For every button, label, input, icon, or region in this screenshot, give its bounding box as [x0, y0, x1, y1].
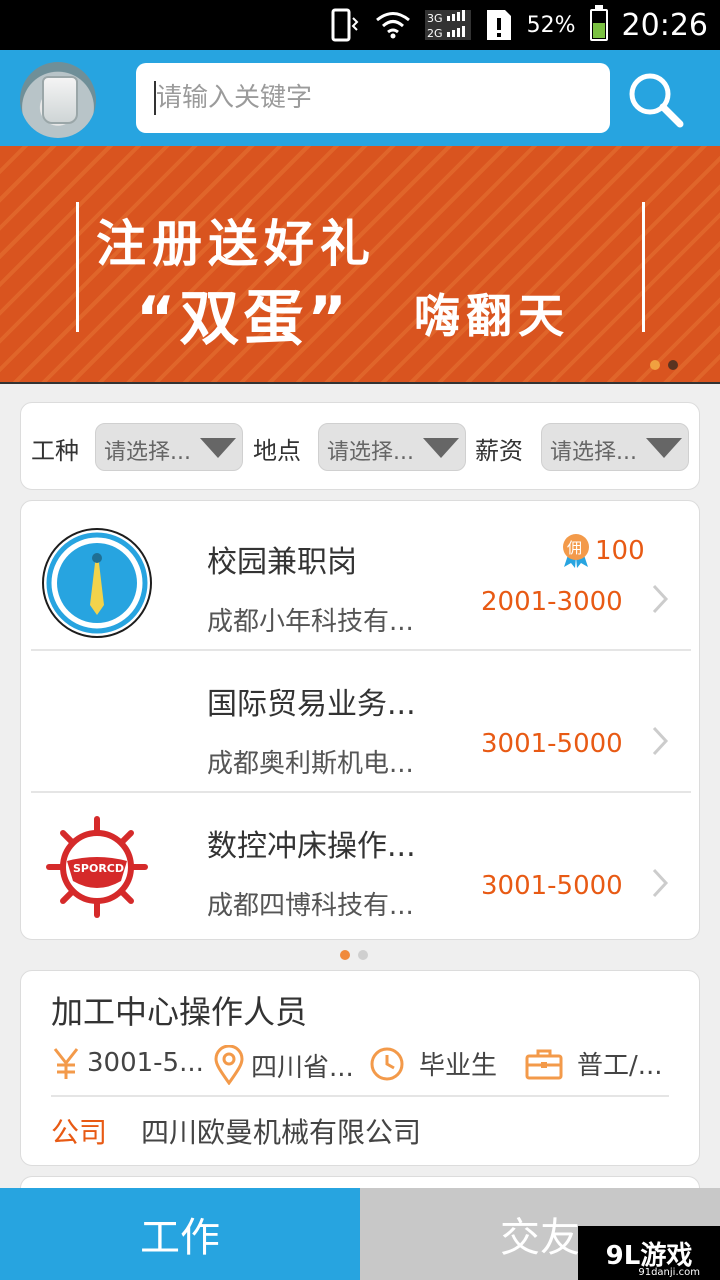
banner-divider [76, 202, 79, 332]
job-title: 国际贸易业务... [207, 687, 416, 722]
salary-meta: 3001-5... [51, 1045, 204, 1081]
featured-location: 四川省... [251, 1052, 354, 1083]
commission-medal-icon: 佣 [563, 534, 589, 568]
wifi-icon [375, 12, 410, 39]
chevron-right-icon [652, 584, 669, 614]
svg-text:2G: 2G [427, 27, 443, 40]
briefcase-icon [525, 1049, 563, 1079]
watermark-brand: 9L游戏 [605, 1240, 693, 1271]
filter-bar: 工种 请选择... 地点 请选择... 薪资 请选择... [20, 402, 700, 490]
featured-job-card[interactable]: 加工中心操作人员 3001-5... 四川省... 毕业生 普工/... 公司 … [20, 970, 700, 1166]
job-company: 成都奥利斯机电... [207, 749, 414, 779]
featured-experience: 毕业生 [419, 1051, 498, 1081]
job-company: 成都四博科技有... [207, 891, 414, 921]
commission-amount: 100 [595, 536, 645, 566]
job-salary: 2001-3000 [481, 587, 623, 617]
list-pager [340, 950, 368, 960]
battery-percent: 52% [526, 12, 576, 38]
filter-label-salary: 薪资 [475, 437, 523, 465]
banner-divider [642, 202, 645, 332]
signal-icon: 3G2G [424, 10, 471, 40]
job-list: 校园兼职岗 成都小年科技有... 佣 100 2001-3000 国际贸易业务.… [20, 500, 700, 940]
svg-text:3G: 3G [427, 12, 443, 25]
battery-icon [589, 5, 608, 41]
tie-icon [42, 528, 152, 638]
chevron-right-icon [652, 868, 669, 898]
chevron-right-icon [652, 726, 669, 756]
banner-pager [650, 360, 678, 370]
filter-select-type[interactable]: 请选择... [95, 423, 243, 471]
filter-select-salary[interactable]: 请选择... [541, 423, 689, 471]
category-meta: 普工/... [525, 1045, 663, 1082]
filter-select-location[interactable]: 请选择... [318, 423, 466, 471]
text-cursor [154, 81, 156, 115]
watermark-logo: 9L游戏 91danji.com [578, 1226, 720, 1280]
user-avatar[interactable] [20, 62, 96, 138]
logo-text: SPORCD [73, 862, 124, 875]
select-value: 请选择... [550, 440, 637, 465]
search-icon[interactable] [620, 64, 690, 134]
dropdown-arrow-icon [423, 438, 459, 458]
job-item[interactable]: 国际贸易业务... 成都奥利斯机电... 3001-5000 [31, 651, 691, 793]
pager-dot-active [340, 950, 350, 960]
featured-salary: 3001-5... [87, 1048, 204, 1078]
job-title: 校园兼职岗 [207, 545, 357, 580]
experience-meta: 毕业生 [369, 1045, 497, 1082]
clock-icon [370, 1047, 404, 1080]
banner-highlight: “双蛋” [136, 284, 351, 354]
clock: 20:26 [621, 7, 708, 43]
featured-job-title: 加工中心操作人员 [51, 993, 308, 1031]
divider [51, 1095, 669, 1097]
banner-tagline: 嗨翻天 [414, 289, 570, 343]
sporcd-logo: SPORCD [46, 816, 148, 918]
vibrate-icon [331, 8, 359, 42]
job-item[interactable]: 校园兼职岗 成都小年科技有... 佣 100 2001-3000 [31, 509, 691, 651]
banner-headline: 注册送好礼 [96, 215, 376, 273]
location-pin-icon [214, 1045, 244, 1085]
tab-work[interactable]: 工作 [0, 1188, 360, 1280]
yen-icon [53, 1048, 79, 1079]
search-input[interactable] [136, 63, 610, 133]
dropdown-arrow-icon [646, 438, 682, 458]
location-meta: 四川省... [213, 1045, 354, 1085]
sim-alert-icon [486, 10, 511, 40]
company-label: 公司 [51, 1116, 108, 1149]
select-value: 请选择... [104, 440, 191, 465]
job-salary: 3001-5000 [481, 871, 623, 901]
filter-label-type: 工种 [31, 437, 79, 465]
job-salary: 3001-5000 [481, 729, 623, 759]
commission-badge: 佣 100 [561, 533, 645, 569]
pager-dot [668, 360, 678, 370]
commission-badge-label: 佣 [567, 539, 582, 557]
watermark-url: 91danji.com [638, 1267, 700, 1278]
job-company: 成都小年科技有... [207, 607, 414, 637]
featured-company: 四川欧曼机械有限公司 [141, 1116, 422, 1149]
app-header [0, 50, 720, 146]
job-title: 数控冲床操作... [207, 829, 416, 864]
dropdown-arrow-icon [200, 438, 236, 458]
pager-dot [358, 950, 368, 960]
select-value: 请选择... [327, 440, 414, 465]
job-item[interactable]: SPORCD 数控冲床操作... 成都四博科技有... 3001-5000 [31, 793, 691, 935]
pager-dot-active [650, 360, 660, 370]
status-bar: 3G 2G 52% 20:26 [0, 0, 720, 50]
filter-label-location: 地点 [253, 437, 301, 465]
featured-category: 普工/... [577, 1051, 663, 1081]
